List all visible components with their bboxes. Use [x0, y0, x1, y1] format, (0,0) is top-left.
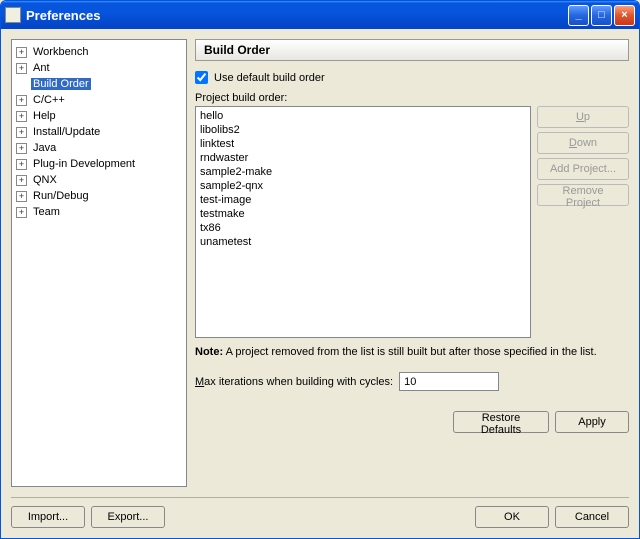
tree-item-java[interactable]: + Java: [14, 140, 184, 156]
window-title: Preferences: [26, 8, 568, 23]
list-item[interactable]: hello: [200, 109, 526, 123]
build-order-label: Project build order:: [195, 92, 629, 104]
expand-icon[interactable]: +: [16, 63, 27, 74]
category-tree[interactable]: + Workbench + Ant Build Order + C/C++ + Help + Ins…: [11, 39, 187, 487]
apply-button[interactable]: Apply: [555, 411, 629, 433]
list-item[interactable]: sample2-make: [200, 165, 526, 179]
page-title: Build Order: [204, 43, 270, 57]
iterations-row: Max iterations when building with cycles…: [195, 372, 629, 391]
note-row: Note: A project removed from the list is…: [195, 346, 629, 358]
note-prefix: Note:: [195, 346, 223, 358]
use-default-row: Use default build order: [195, 71, 629, 84]
tree-item-label: Ant: [31, 62, 52, 74]
remove-project-button[interactable]: Remove Project: [537, 184, 629, 206]
tree-item-c-c-[interactable]: + C/C++: [14, 92, 184, 108]
expand-icon[interactable]: +: [16, 95, 27, 106]
iterations-label: Max iterations when building with cycles…: [195, 376, 393, 388]
expand-icon[interactable]: +: [16, 111, 27, 122]
expand-icon[interactable]: +: [16, 191, 27, 202]
tree-item-install-update[interactable]: + Install/Update: [14, 124, 184, 140]
bottom-button-row: Import... Export... OK Cancel: [11, 506, 629, 528]
down-button[interactable]: Down: [537, 132, 629, 154]
titlebar[interactable]: Preferences _ □ ×: [1, 1, 639, 29]
tree-item-run-debug[interactable]: + Run/Debug: [14, 188, 184, 204]
tree-item-label: Install/Update: [31, 126, 102, 138]
tree-item-team[interactable]: + Team: [14, 204, 184, 220]
expand-icon[interactable]: +: [16, 143, 27, 154]
list-item[interactable]: test-image: [200, 193, 526, 207]
page-header: Build Order: [195, 39, 629, 61]
tree-item-ant[interactable]: + Ant: [14, 60, 184, 76]
minimize-button[interactable]: _: [568, 5, 589, 26]
form-area: Use default build order Project build or…: [195, 61, 629, 487]
tree-item-build-order[interactable]: Build Order: [14, 76, 184, 92]
up-button[interactable]: Up: [537, 106, 629, 128]
window-controls: _ □ ×: [568, 5, 635, 26]
separator: [11, 497, 629, 498]
app-icon: [5, 7, 21, 23]
close-button[interactable]: ×: [614, 5, 635, 26]
cancel-button[interactable]: Cancel: [555, 506, 629, 528]
import-button[interactable]: Import...: [11, 506, 85, 528]
add-project-button[interactable]: Add Project...: [537, 158, 629, 180]
client-area: + Workbench + Ant Build Order + C/C++ + Help + Ins…: [1, 29, 639, 538]
tree-item-label: Build Order: [31, 78, 91, 90]
list-item[interactable]: testmake: [200, 207, 526, 221]
close-icon: ×: [621, 9, 627, 21]
maximize-icon: □: [598, 9, 605, 21]
tree-item-label: Java: [31, 142, 58, 154]
tree-item-label: Help: [31, 110, 58, 122]
list-buttons: Up Down Add Project... Remove Project: [537, 106, 629, 338]
list-item[interactable]: unametest: [200, 235, 526, 249]
export-button[interactable]: Export...: [91, 506, 165, 528]
list-item[interactable]: libolibs2: [200, 123, 526, 137]
preferences-window: Preferences _ □ × + Workbench + Ant Build Or…: [0, 0, 640, 539]
list-item[interactable]: sample2-qnx: [200, 179, 526, 193]
tree-item-label: C/C++: [31, 94, 67, 106]
minimize-icon: _: [575, 9, 581, 21]
tree-item-label: Plug-in Development: [31, 158, 137, 170]
maximize-button[interactable]: □: [591, 5, 612, 26]
ok-button[interactable]: OK: [475, 506, 549, 528]
build-order-row: hellolibolibs2linktestrndwastersample2-m…: [195, 106, 629, 338]
project-build-order-list[interactable]: hellolibolibs2linktestrndwastersample2-m…: [195, 106, 531, 338]
list-item[interactable]: rndwaster: [200, 151, 526, 165]
expand-icon[interactable]: +: [16, 127, 27, 138]
tree-item-plug-in-development[interactable]: + Plug-in Development: [14, 156, 184, 172]
defaults-apply-row: Restore Defaults Apply: [195, 411, 629, 433]
tree-item-label: QNX: [31, 174, 59, 186]
restore-defaults-button[interactable]: Restore Defaults: [453, 411, 549, 433]
note-text: A project removed from the list is still…: [226, 346, 597, 358]
tree-item-label: Team: [31, 206, 62, 218]
tree-item-qnx[interactable]: + QNX: [14, 172, 184, 188]
tree-item-label: Run/Debug: [31, 190, 91, 202]
content-pane: Build Order Use default build order Proj…: [195, 39, 629, 487]
tree-item-workbench[interactable]: + Workbench: [14, 44, 184, 60]
use-default-checkbox[interactable]: [195, 71, 208, 84]
tree-item-help[interactable]: + Help: [14, 108, 184, 124]
expand-icon[interactable]: +: [16, 207, 27, 218]
ok-cancel-group: OK Cancel: [475, 506, 629, 528]
use-default-label[interactable]: Use default build order: [214, 72, 325, 84]
expand-icon[interactable]: +: [16, 175, 27, 186]
list-item[interactable]: linktest: [200, 137, 526, 151]
iterations-input[interactable]: [399, 372, 499, 391]
tree-item-label: Workbench: [31, 46, 90, 58]
expand-icon[interactable]: +: [16, 159, 27, 170]
list-item[interactable]: tx86: [200, 221, 526, 235]
main-area: + Workbench + Ant Build Order + C/C++ + Help + Ins…: [11, 39, 629, 487]
import-export-group: Import... Export...: [11, 506, 165, 528]
expand-icon[interactable]: +: [16, 47, 27, 58]
